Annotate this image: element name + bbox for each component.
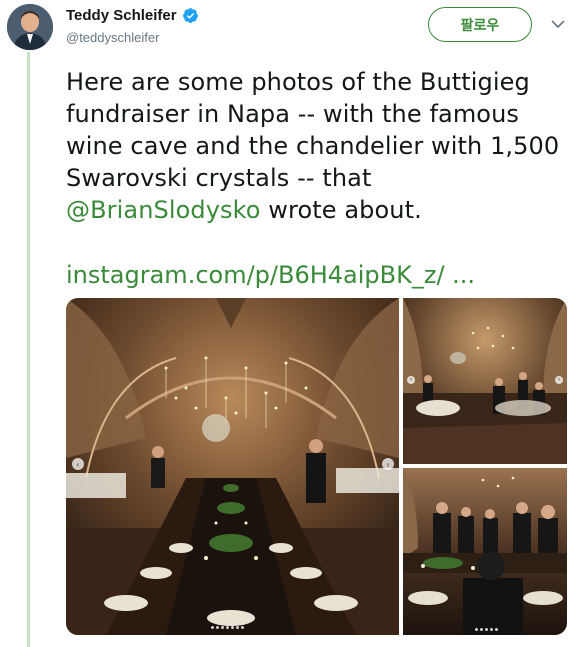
thread-line [27,52,30,647]
display-name[interactable]: Teddy Schleifer [66,7,177,24]
next-photo-icon[interactable]: › [382,458,394,470]
photo-wine-cave-chandelier-guests[interactable]: ‹ › [403,298,567,464]
carousel-dots [211,626,244,629]
chevron-down-icon[interactable] [551,19,565,29]
tweet-line: @BrianSlodysko wrote about. [66,194,566,226]
follow-button[interactable]: 팔로우 [428,7,532,42]
tweet-line: Swarovski crystals -- that [66,164,372,192]
author-name-row[interactable]: Teddy Schleifer [66,7,199,24]
mention-link[interactable]: @BrianSlodysko [66,196,261,224]
next-photo-icon[interactable]: › [555,376,563,384]
author-handle[interactable]: @teddyschleifer [66,30,159,45]
photo-wine-cave-dinner-table[interactable]: ‹ › [66,298,399,635]
photo-wine-cave-guests-seated[interactable] [403,468,567,635]
tweet-line: wine cave and the chandelier with 1,500 [66,132,560,160]
tweet-text: Here are some photos of the Buttigieg fu… [66,66,566,226]
media-grid: ‹ › ‹ › [66,298,567,635]
tweet-line: Here are some photos of the Buttigieg [66,68,530,96]
tweet-line-rest: wrote about. [260,196,422,224]
verified-badge-icon [182,8,198,24]
prev-photo-icon[interactable]: ‹ [407,376,415,384]
instagram-link[interactable]: instagram.com/p/B6H4aipBK_z/ ... [66,259,475,291]
avatar[interactable] [7,4,53,50]
prev-photo-icon[interactable]: ‹ [72,458,84,470]
carousel-dots [475,628,498,631]
tweet-line: fundraiser in Napa -- with the famous [66,100,519,128]
